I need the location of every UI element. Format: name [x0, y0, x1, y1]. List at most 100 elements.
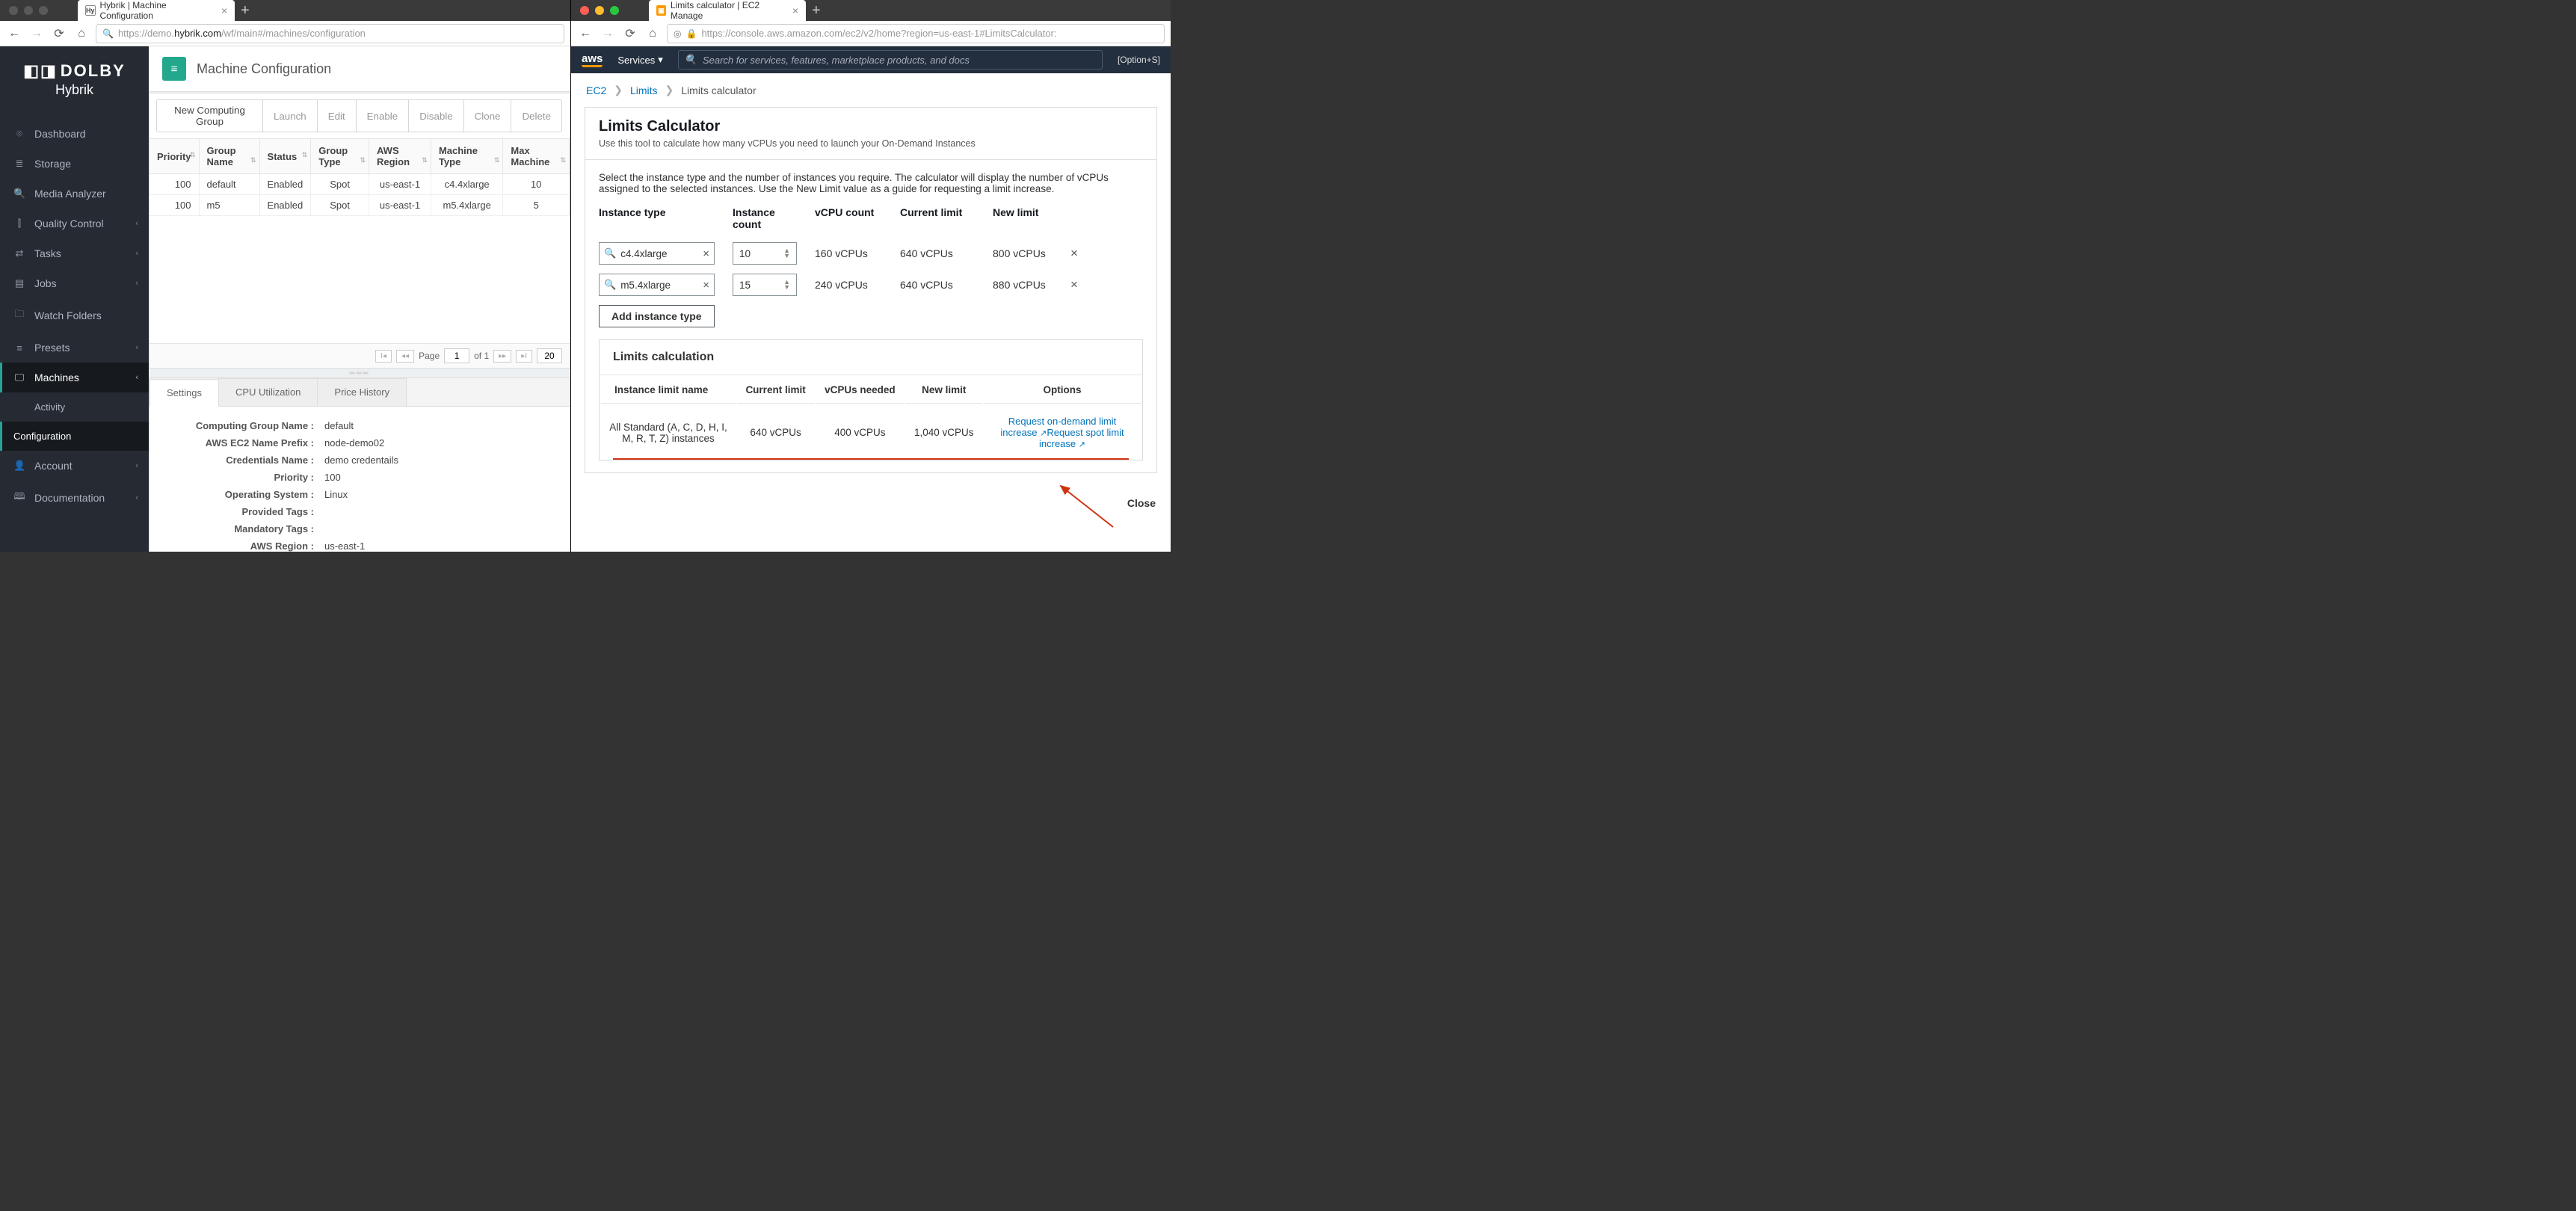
close-button[interactable]: Close [571, 487, 1171, 520]
maximize-icon[interactable] [39, 6, 48, 15]
sidebar-item-storage[interactable]: ≣Storage [0, 149, 149, 179]
sort-icon[interactable]: ⇅ [250, 156, 256, 164]
sort-icon[interactable]: ⇅ [360, 156, 366, 164]
clear-icon[interactable]: × [703, 279, 709, 292]
resize-handle[interactable]: ═══ [149, 369, 570, 377]
forward-button[interactable]: → [600, 25, 616, 42]
pager-last-icon[interactable]: ▸I [516, 350, 532, 363]
tab-settings[interactable]: Settings [150, 379, 219, 407]
nav-icon: 🖵 [13, 372, 25, 383]
sort-icon[interactable]: ⇅ [302, 151, 308, 159]
sidebar-item-jobs[interactable]: ▤Jobs‹ [0, 268, 149, 298]
sidebar-item-quality-control[interactable]: ⫿Quality Control‹ [0, 209, 149, 238]
disable-button[interactable]: Disable [408, 99, 463, 132]
minimize-icon[interactable] [24, 6, 33, 15]
launch-button[interactable]: Launch [262, 99, 318, 132]
instance-type-input[interactable]: 🔍c4.4xlarge× [599, 242, 715, 265]
clear-icon[interactable]: × [703, 247, 709, 260]
col-machine-type[interactable]: Machine Type⇅ [431, 139, 502, 174]
sidebar-subitem-activity[interactable]: Activity [0, 392, 149, 422]
detail-row: Mandatory Tags : [167, 520, 552, 537]
breadcrumb: EC2 ❯ Limits ❯ Limits calculator [571, 73, 1171, 107]
tab-bar: ▣ Limits calculator | EC2 Manage × + [649, 0, 1171, 21]
browser-tab-aws[interactable]: ▣ Limits calculator | EC2 Manage × [649, 0, 806, 21]
tab-cpu-utilization[interactable]: CPU Utilization [218, 378, 318, 406]
sort-icon[interactable]: ⇅ [190, 151, 196, 159]
aws-search-input[interactable]: 🔍 Search for services, features, marketp… [678, 50, 1103, 70]
home-button[interactable]: ⌂ [73, 25, 90, 42]
home-button[interactable]: ⌂ [644, 25, 661, 42]
close-icon[interactable] [9, 6, 18, 15]
remove-row-icon[interactable]: × [1070, 246, 1085, 261]
browser-tab-hybrik[interactable]: Hy Hybrik | Machine Configuration × [78, 0, 235, 21]
services-menu[interactable]: Services▾ [617, 54, 662, 66]
edit-button[interactable]: Edit [317, 99, 357, 132]
add-instance-type-button[interactable]: Add instance type [599, 305, 715, 327]
reload-button[interactable]: ⟳ [622, 25, 638, 42]
enable-button[interactable]: Enable [356, 99, 410, 132]
sort-icon[interactable]: ⇅ [494, 156, 500, 164]
instance-count-input[interactable]: 15▲▼ [733, 274, 797, 296]
minimize-icon[interactable] [595, 6, 604, 15]
intro-text: Select the instance type and the number … [599, 172, 1143, 194]
clone-button[interactable]: Clone [463, 99, 512, 132]
sort-icon[interactable]: ⇅ [560, 156, 566, 164]
sidebar-nav: ⌾Dashboard≣Storage🔍Media Analyzer⫿Qualit… [0, 119, 149, 515]
nav-icon: ⫿ [13, 218, 25, 229]
table-row[interactable]: 100m5EnabledSpotus-east-1m5.4xlarge5 [150, 195, 570, 216]
delete-button[interactable]: Delete [511, 99, 562, 132]
remove-row-icon[interactable]: × [1070, 277, 1085, 292]
page-input[interactable] [444, 348, 469, 363]
col-status[interactable]: Status⇅ [259, 139, 311, 174]
sidebar-item-media-analyzer[interactable]: 🔍Media Analyzer [0, 179, 149, 209]
search-icon: 🔍 [604, 247, 616, 259]
url-bar[interactable]: ◎ 🔒 https://console.aws.amazon.com/ec2/v… [667, 24, 1165, 43]
back-button[interactable]: ← [577, 25, 594, 42]
crumb-limits[interactable]: Limits [630, 84, 658, 96]
forward-button[interactable]: → [28, 25, 45, 42]
pager-next-icon[interactable]: ▸▸ [493, 350, 511, 363]
reload-button[interactable]: ⟳ [51, 25, 67, 42]
col-group-name[interactable]: Group Name⇅ [199, 139, 259, 174]
sidebar-item-documentation[interactable]: 🕮Documentation‹ [0, 481, 149, 515]
table-row[interactable]: 100defaultEnabledSpotus-east-1c4.4xlarge… [150, 174, 570, 195]
nav-icon: ▤ [13, 277, 25, 289]
crumb-ec2[interactable]: EC2 [586, 84, 606, 96]
sidebar-item-dashboard[interactable]: ⌾Dashboard [0, 119, 149, 149]
collapse-sidebar-button[interactable]: ≡ [162, 57, 186, 81]
pager-first-icon[interactable]: I◂ [375, 350, 392, 363]
new-tab-button[interactable]: + [235, 0, 256, 21]
sidebar-item-watch-folders[interactable]: 🗀Watch Folders [0, 298, 149, 333]
new-tab-button[interactable]: + [806, 0, 827, 21]
aws-console: aws Services▾ 🔍 Search for services, fea… [571, 46, 1171, 552]
sort-icon[interactable]: ⇅ [422, 156, 428, 164]
request-spot-link[interactable]: Request spot limit increase ↗ [1039, 427, 1124, 449]
instance-count-input[interactable]: 10▲▼ [733, 242, 797, 265]
pager-prev-icon[interactable]: ◂◂ [396, 350, 414, 363]
col-priority[interactable]: Priority⇅ [150, 139, 199, 174]
col-aws-region[interactable]: AWS Region⇅ [369, 139, 431, 174]
tab-price-history[interactable]: Price History [317, 378, 407, 406]
col-max-machine[interactable]: Max Machine⇅ [503, 139, 570, 174]
sidebar-item-presets[interactable]: ≡Presets‹ [0, 333, 149, 363]
close-icon[interactable] [580, 6, 589, 15]
instance-type-input[interactable]: 🔍m5.4xlarge× [599, 274, 715, 296]
tab-close-icon[interactable]: × [792, 4, 798, 16]
tab-close-icon[interactable]: × [221, 4, 227, 16]
sidebar-item-machines[interactable]: 🖵Machines‹ [0, 363, 149, 392]
aws-logo-icon[interactable]: aws [582, 52, 603, 67]
url-bar[interactable]: 🔍 https://demo.hybrik.com/wf/main#/machi… [96, 24, 564, 43]
back-button[interactable]: ← [6, 25, 22, 42]
sidebar-item-account[interactable]: 👤Account‹ [0, 451, 149, 481]
shield-icon: ◎ [674, 28, 681, 39]
nav-icon: ≣ [13, 158, 25, 170]
page-size-select[interactable] [537, 348, 562, 363]
sidebar-subitem-configuration[interactable]: Configuration [0, 422, 149, 451]
sidebar-item-tasks[interactable]: ⇄Tasks‹ [0, 238, 149, 268]
new-computing-group-button[interactable]: New Computing Group [156, 99, 263, 132]
maximize-icon[interactable] [610, 6, 619, 15]
stepper-icon[interactable]: ▲▼ [783, 248, 790, 259]
of-label: of 1 [474, 351, 489, 361]
col-group-type[interactable]: Group Type⇅ [311, 139, 369, 174]
stepper-icon[interactable]: ▲▼ [783, 280, 790, 290]
